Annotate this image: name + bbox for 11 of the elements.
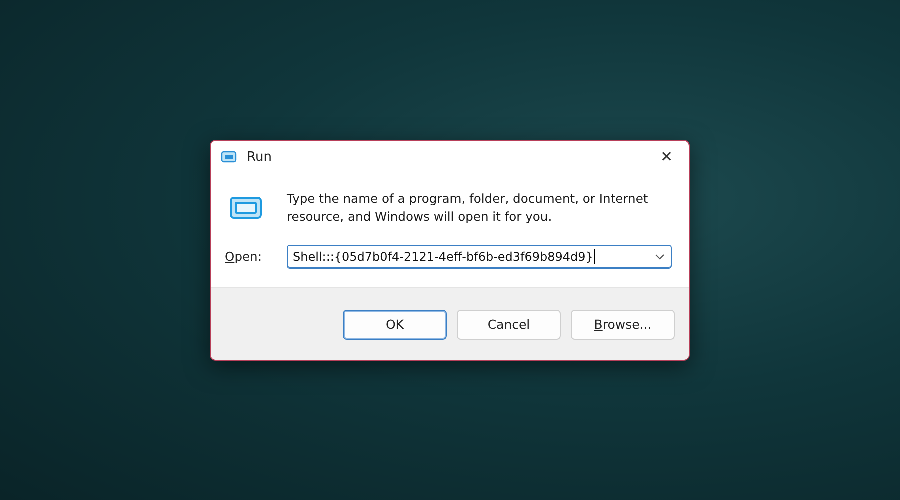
window-title: Run <box>247 150 272 164</box>
chevron-down-icon <box>655 254 665 260</box>
instruction-text: Type the name of a program, folder, document, or Internet resource, and Windows will open it for you. <box>287 190 650 226</box>
run-app-icon <box>221 151 237 163</box>
open-label: Open: <box>225 250 263 264</box>
dialog-button[interactable]: OK <box>343 310 447 340</box>
close-button[interactable]: ✕ <box>645 140 689 174</box>
dialog-button[interactable]: Browse... <box>571 310 675 340</box>
run-app-icon <box>229 196 263 220</box>
open-combo-field[interactable]: Shell:::{05d7b0f4-2121-4eff-bf6b-ed3f69b894d9} <box>287 244 672 268</box>
dialog-button[interactable]: Cancel <box>457 310 561 340</box>
